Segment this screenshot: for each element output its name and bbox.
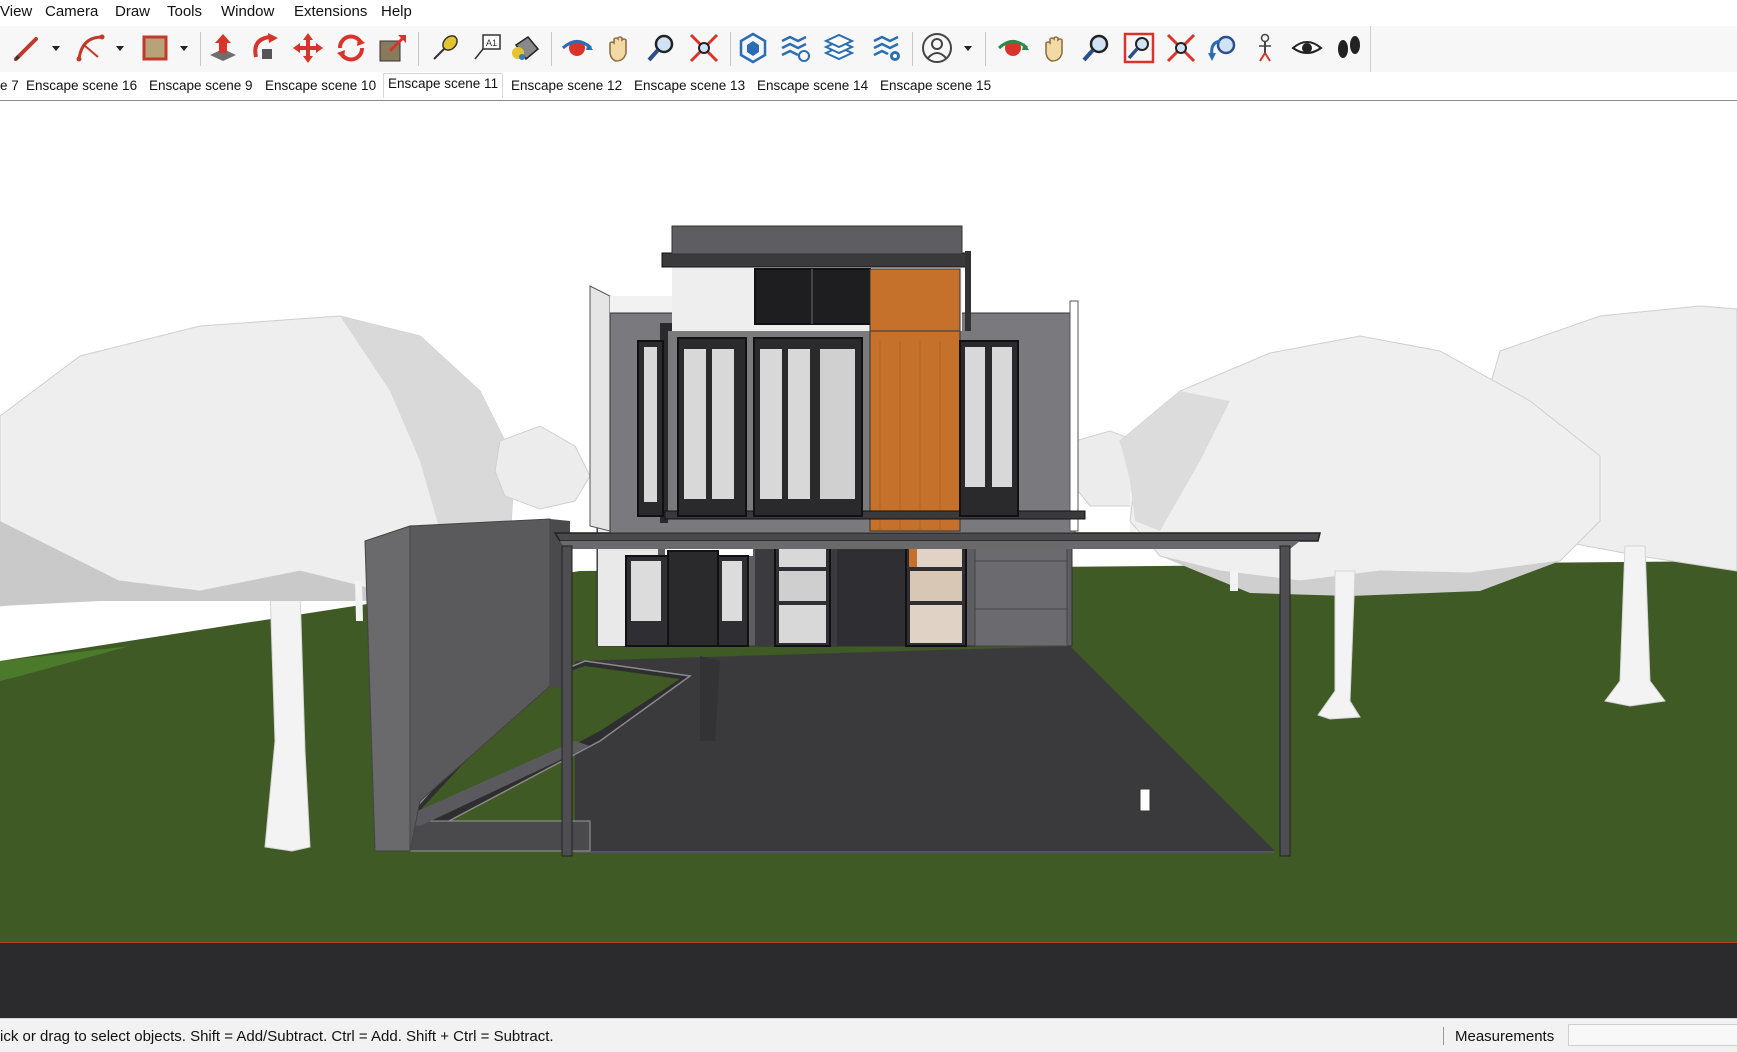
scene-tab[interactable]: Enscape scene 13	[630, 76, 749, 95]
toolbar-separator	[985, 32, 986, 66]
scene-tab[interactable]: e 7	[0, 76, 23, 95]
move-icon[interactable]	[291, 31, 325, 65]
menu-view[interactable]: View	[0, 3, 32, 20]
zoom-extents-icon-2[interactable]	[1164, 31, 1198, 65]
toolbar-separator	[551, 32, 552, 66]
arc-icon[interactable]	[74, 31, 108, 65]
pan-hand-icon[interactable]	[602, 31, 636, 65]
toolbar-separator	[912, 32, 913, 66]
scene-tab-bar: e 7 Enscape scene 16 Enscape scene 9 Ens…	[0, 72, 1737, 100]
text-icon[interactable]: A1	[469, 31, 503, 65]
menu-bar: View Camera Draw Tools Window Extensions…	[0, 0, 1737, 26]
menu-help[interactable]: Help	[381, 3, 412, 20]
zoom-icon-2[interactable]	[1079, 31, 1113, 65]
menu-window[interactable]: Window	[221, 3, 274, 20]
layers-transfer-icon[interactable]	[778, 31, 812, 65]
driveway-edge	[575, 851, 1275, 853]
zoom-icon[interactable]	[644, 31, 678, 65]
layers-stack-icon[interactable]	[822, 31, 856, 65]
model-scene[interactable]	[0, 101, 1737, 942]
chevron-down-icon[interactable]	[114, 42, 126, 54]
rotate-icon[interactable]	[334, 31, 368, 65]
status-bar: ick or drag to select objects. Shift = A…	[0, 1018, 1737, 1052]
svg-text:A1: A1	[486, 38, 497, 48]
toolbar-separator	[418, 32, 419, 66]
toolbar-separator	[200, 32, 201, 66]
scene-tab[interactable]: Enscape scene 15	[876, 76, 995, 95]
paint-bucket-icon[interactable]	[508, 31, 542, 65]
previous-view-icon[interactable]	[1206, 31, 1240, 65]
push-pull-icon[interactable]	[206, 31, 240, 65]
measurements-input[interactable]	[1568, 1024, 1737, 1046]
chevron-down-icon[interactable]	[178, 42, 190, 54]
account-icon[interactable]	[920, 31, 954, 65]
chevron-down-icon[interactable]	[962, 42, 974, 54]
status-hint: ick or drag to select objects. Shift = A…	[0, 1028, 554, 1045]
ground-plane-band	[0, 942, 1737, 1019]
measurements-label: Measurements	[1455, 1028, 1555, 1045]
menu-extensions[interactable]: Extensions	[294, 3, 367, 20]
look-around-eye-icon[interactable]	[1290, 31, 1324, 65]
orbit-icon-2[interactable]	[996, 31, 1030, 65]
toolbar-separator	[730, 32, 731, 66]
model-viewport[interactable]	[0, 101, 1737, 942]
menu-tools[interactable]: Tools	[167, 3, 202, 20]
house-top-floor	[661, 225, 971, 332]
rectangle-icon[interactable]	[138, 31, 172, 65]
component-icon[interactable]	[736, 31, 770, 65]
toolbar-divider	[1370, 26, 1371, 72]
pencil-line-icon[interactable]	[10, 31, 44, 65]
zoom-window-icon[interactable]	[1122, 31, 1156, 65]
status-divider	[1443, 1027, 1444, 1045]
menu-camera[interactable]: Camera	[45, 3, 98, 20]
follow-me-icon[interactable]	[248, 31, 282, 65]
menu-draw[interactable]: Draw	[115, 3, 150, 20]
pan-hand-icon-2[interactable]	[1038, 31, 1072, 65]
scene-tab-active[interactable]: Enscape scene 11	[383, 73, 504, 98]
zoom-extents-icon[interactable]	[687, 31, 721, 65]
layers-settings-icon[interactable]	[870, 31, 904, 65]
scale-icon[interactable]	[376, 31, 410, 65]
scene-tab[interactable]: Enscape scene 12	[507, 76, 626, 95]
scene-tab[interactable]: Enscape scene 10	[261, 76, 380, 95]
scene-tab[interactable]: Enscape scene 9	[145, 76, 257, 95]
chevron-down-icon[interactable]	[50, 42, 62, 54]
position-camera-icon[interactable]	[1248, 31, 1282, 65]
walk-footprints-icon[interactable]	[1332, 31, 1366, 65]
orbit-icon[interactable]	[560, 31, 594, 65]
tape-measure-icon[interactable]	[428, 31, 462, 65]
scene-tab[interactable]: Enscape scene 14	[753, 76, 872, 95]
scene-tab[interactable]: Enscape scene 16	[22, 76, 141, 95]
